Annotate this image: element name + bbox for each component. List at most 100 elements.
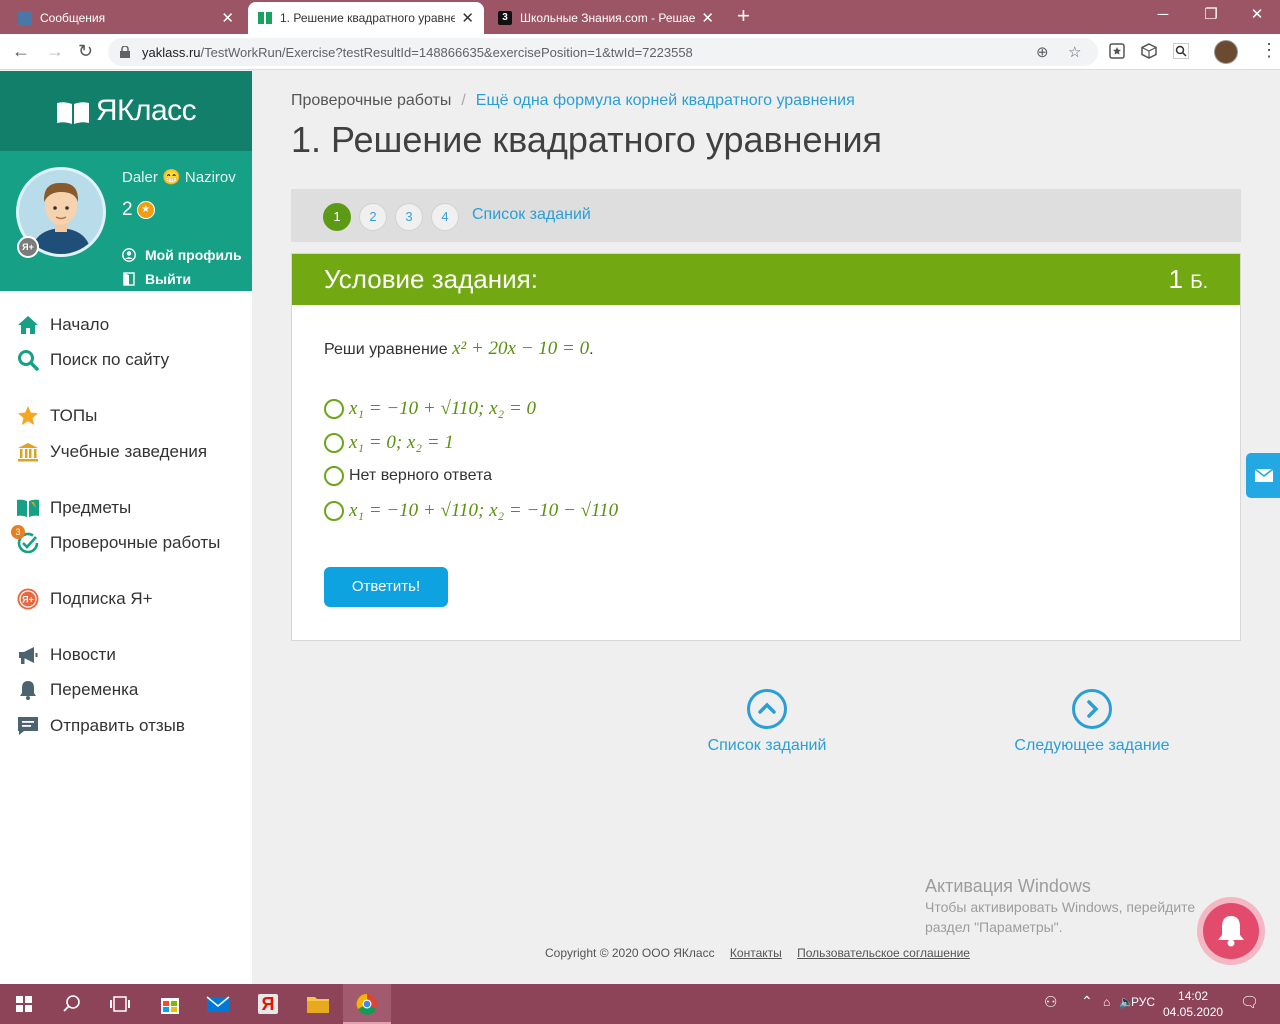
tab-title: 1. Решение квадратного уравне [280,11,456,25]
logout-link[interactable]: Выйти [122,271,191,287]
task-list-link[interactable]: Список заданий [472,206,591,224]
file-explorer-icon[interactable] [294,984,342,1024]
bottom-task-list-link[interactable]: Список заданий [692,689,842,755]
chrome-icon[interactable] [343,984,391,1024]
task-view-icon[interactable] [96,984,144,1024]
sidebar-item-search[interactable]: Поиск по сайту [16,348,169,372]
menu-dots-icon[interactable]: ⋮ [1260,40,1278,60]
clock[interactable]: 14:02 04.05.2020 [1163,988,1223,1020]
browser-tab-yaklass[interactable]: 1. Решение квадратного уравне ✕ [248,2,484,34]
language-indicator[interactable]: РУС [1131,995,1155,1009]
submit-answer-button[interactable]: Ответить! [324,567,448,607]
answer-option-2[interactable]: x₁ = 0; x₂ = 1 [324,432,454,454]
pager-page-1[interactable]: 1 [323,203,351,231]
tray-chevron-up-icon[interactable]: ⌃ [1081,993,1093,1010]
browser-tab-znania[interactable]: 3 Школьные Знания.com - Решае ✕ [488,2,724,34]
sidebar-item-label: ТОПы [50,406,98,425]
site-logo[interactable]: ЯКласс [0,71,252,151]
logo-text: ЯКласс [95,94,197,127]
sidebar-item-institutions[interactable]: Учебные заведения [16,440,207,464]
cube-extension-icon[interactable] [1141,43,1157,59]
user-last-name: Nazirov [184,169,236,186]
yandex-browser-icon[interactable]: Я [244,984,292,1024]
answer-option-3[interactable]: Нет верного ответа [324,466,492,486]
main-content: Проверочные работы / Ещё одна формула корн… [252,71,1280,984]
forward-icon[interactable]: → [46,41,64,61]
task-header: Условие задания: 1 Б. [292,254,1240,305]
sidebar-item-label: Учебные заведения [50,442,208,461]
sidebar-item-break[interactable]: Переменка [16,678,138,702]
logout-icon [123,272,135,286]
radio-button[interactable] [324,399,344,419]
breadcrumb-current-link[interactable]: Ещё одна формула корней квадратного урав… [476,92,855,109]
new-tab-button[interactable]: + [737,5,750,27]
window-close-icon[interactable]: ✕ [1234,4,1280,26]
taskbar-search-icon[interactable] [48,984,96,1024]
bookmark-star-icon[interactable]: ☆ [1068,43,1081,61]
people-icon[interactable]: ⚇ [1044,993,1057,1011]
browser-tab-strip: Сообщения ✕ 1. Решение квадратного уравн… [0,0,1280,34]
breadcrumb-root[interactable]: Проверочные работы [291,92,451,109]
pager-page-4[interactable]: 4 [431,203,459,231]
sidebar-item-subjects[interactable]: Предметы [16,496,131,520]
windows-start-icon[interactable] [0,984,48,1024]
sidebar-item-subscription[interactable]: Я+ Подписка Я+ [16,587,153,611]
contacts-link[interactable]: Контакты [730,946,782,960]
pager-page-3[interactable]: 3 [395,203,423,231]
browser-profile-avatar[interactable] [1214,40,1238,64]
user-emoji: 😁 [162,169,181,186]
task-pager: 1 2 3 4 Список заданий [291,189,1241,242]
question-equation: x² + 20x − 10 = 0 [452,338,590,359]
answer-option-1[interactable]: x₁ = −10 + √110; x₂ = 0 [324,398,536,420]
institution-icon [16,440,40,464]
notification-bell-button[interactable] [1197,897,1265,965]
feedback-mail-tab[interactable] [1246,453,1280,498]
radio-button[interactable] [324,433,344,453]
minimize-icon[interactable]: ─ [1140,4,1186,26]
radio-button[interactable] [324,501,344,521]
extension-icon[interactable] [1109,43,1125,59]
sidebar-item-tests[interactable]: 3 Проверочные работы [11,525,220,555]
answer-option-4[interactable]: x₁ = −10 + √110; x₂ = −10 − √110 [324,500,618,522]
add-icon[interactable]: ⊕ [1036,43,1049,61]
sidebar-item-label: Поиск по сайту [50,350,170,369]
bell-icon [16,678,40,702]
next-task-link[interactable]: Следующее задание [1007,689,1177,755]
page-title: 1. Решение квадратного уравнения [291,119,883,160]
copyright-text: Copyright © 2020 ООО ЯКласс [545,946,715,960]
sidebar-item-news[interactable]: Новости [16,643,116,667]
network-icon[interactable]: ⌂ [1103,995,1110,1009]
question-period: . [589,341,594,358]
answer-option-text: x₁ = 0; x₂ = 1 [349,432,454,453]
sidebar-item-home[interactable]: Начало [16,313,109,337]
back-icon[interactable]: ← [12,41,30,61]
profile-icon [122,248,136,262]
my-profile-link[interactable]: Мой профиль [122,247,242,263]
profile-panel: Я+ Daler 😁 Nazirov 2 ★ Мой профиль Выйти [0,151,252,291]
reload-icon[interactable]: ↻ [78,41,93,61]
answer-option-text: Нет верного ответа [349,467,492,484]
question-text: Реши уравнение [324,341,448,358]
points-value: 2 [122,199,133,220]
address-bar[interactable]: yaklass.ru/TestWorkRun/Exercise?testResu… [108,38,1098,66]
pager-page-2[interactable]: 2 [359,203,387,231]
sidebar-item-tops[interactable]: ТОПы [16,404,97,428]
browser-tab-messages[interactable]: Сообщения ✕ [8,2,244,34]
search-extension-icon[interactable] [1173,43,1189,59]
user-agreement-link[interactable]: Пользовательское соглашение [797,946,970,960]
sidebar-item-feedback[interactable]: Отправить отзыв [16,714,185,738]
task-points: 1 Б. [1169,264,1208,295]
radio-button[interactable] [324,466,344,486]
svg-text:Я: Я [262,994,275,1014]
close-icon[interactable]: ✕ [701,11,714,26]
store-icon[interactable] [146,984,194,1024]
mail-app-icon[interactable] [194,984,242,1024]
notification-bell-circle [1203,903,1259,959]
action-center-icon[interactable]: 🗨 [1240,993,1259,1011]
sidebar-item-label: Подписка Я+ [50,589,153,608]
user-name[interactable]: Daler 😁 Nazirov [122,168,236,186]
close-icon[interactable]: ✕ [221,11,234,26]
restore-icon[interactable]: ❐ [1188,4,1234,26]
close-icon[interactable]: ✕ [461,11,474,26]
mail-icon [1254,468,1274,482]
